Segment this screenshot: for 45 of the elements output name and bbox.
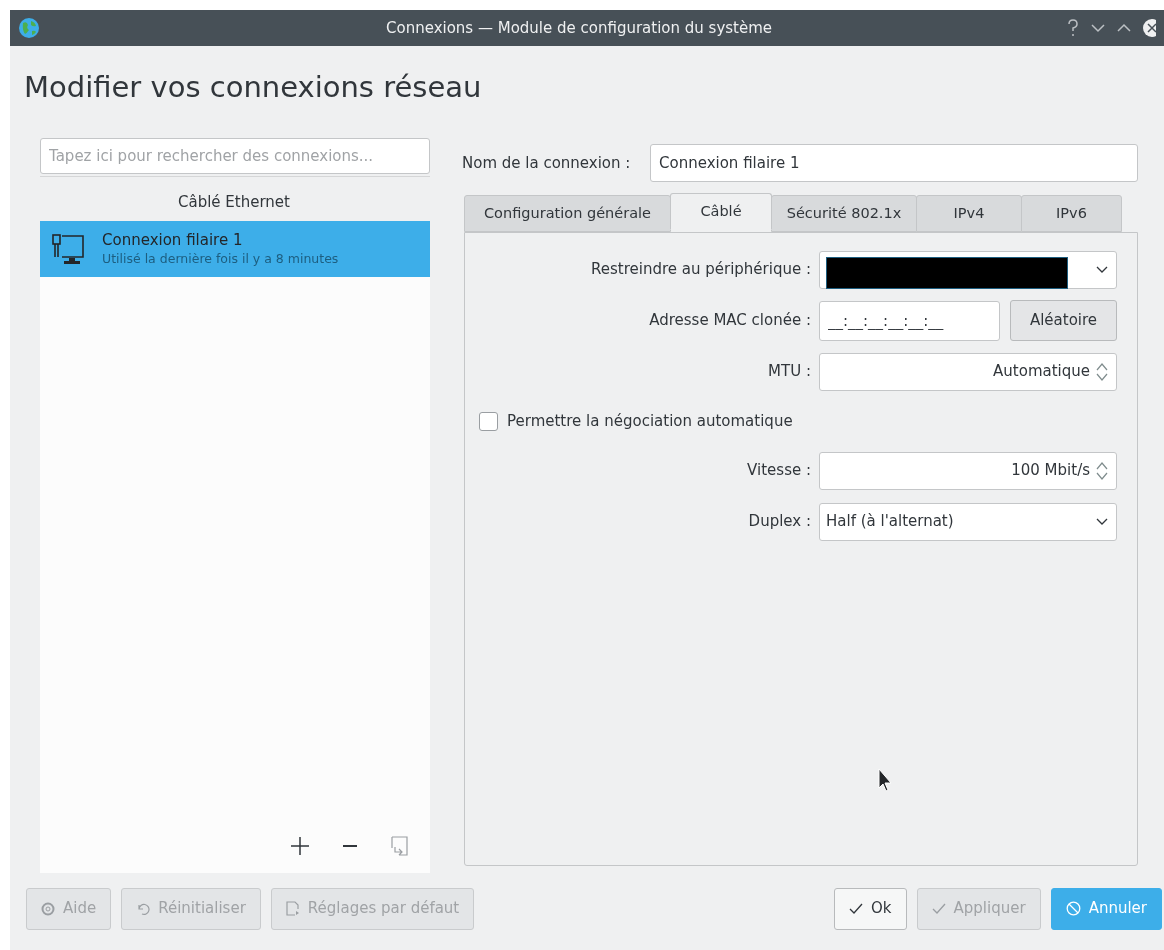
checkbox[interactable] bbox=[479, 411, 498, 431]
cancel-icon bbox=[1065, 901, 1081, 916]
connection-detail: Utilisé la dernière fois il y a 8 minutes bbox=[102, 250, 339, 268]
tab[interactable]: Câblé bbox=[670, 193, 772, 230]
search-field[interactable]: Tapez ici pour rechercher des connexions... bbox=[40, 138, 430, 174]
field-label: MTU : bbox=[767, 361, 812, 383]
document-icon bbox=[285, 900, 300, 917]
close-icon[interactable] bbox=[1142, 18, 1156, 38]
list-item[interactable]: Connexion filaire 1 Utilisé la dernière fois il y a 8 minutes bbox=[40, 221, 430, 277]
field-label: Duplex : bbox=[747, 511, 812, 533]
spin-arrows-icon bbox=[1096, 361, 1108, 382]
field-label: Nom de la connexion : bbox=[462, 152, 632, 174]
field-label: Restreindre au périphérique : bbox=[590, 259, 812, 281]
dropdown[interactable] bbox=[819, 250, 1117, 289]
checkbox-label: Permettre la négociation automatique bbox=[507, 410, 793, 432]
group-label: Câblé Ethernet bbox=[177, 192, 291, 213]
add-icon[interactable] bbox=[290, 836, 310, 856]
window-title: Connexions — Module de configuration du système bbox=[386, 17, 773, 39]
spin-box[interactable]: 100 Mbit/s bbox=[819, 451, 1117, 490]
page-heading: Modifier vos connexions réseau bbox=[23, 69, 483, 106]
help-icon[interactable] bbox=[1066, 19, 1080, 37]
field-label: Adresse MAC clonée : bbox=[648, 310, 812, 332]
connection-name: Connexion filaire 1 bbox=[102, 230, 244, 250]
tab[interactable]: IPv4 bbox=[916, 195, 1022, 232]
tab[interactable]: Sécurité 802.1x bbox=[771, 195, 917, 232]
field-label: Vitesse : bbox=[746, 460, 812, 482]
checkmark-icon bbox=[931, 902, 946, 915]
connection-name-field[interactable]: Connexion filaire 1 bbox=[650, 144, 1138, 182]
lifebuoy-icon bbox=[41, 901, 55, 916]
spin-box[interactable]: Automatique bbox=[819, 352, 1117, 391]
dropdown[interactable]: Half (à l'alternat) bbox=[819, 502, 1117, 541]
dropdown-chevron-icon bbox=[1096, 265, 1108, 274]
globe-icon bbox=[18, 17, 40, 39]
dropdown-chevron-icon bbox=[1096, 517, 1108, 526]
maximize-icon[interactable] bbox=[1116, 23, 1132, 33]
mac-address-field[interactable]: __:__:__:__:__:__ bbox=[819, 300, 1000, 341]
tab[interactable]: IPv6 bbox=[1021, 195, 1122, 232]
checkmark-icon bbox=[849, 902, 864, 915]
random-button[interactable]: Aléatoire bbox=[1010, 300, 1117, 341]
ok-button[interactable]: Ok bbox=[834, 887, 907, 930]
minimize-icon[interactable] bbox=[1090, 23, 1106, 33]
monitor-icon bbox=[52, 233, 86, 265]
tab[interactable]: Configuration générale bbox=[464, 195, 671, 232]
undo-icon bbox=[136, 901, 151, 916]
spin-arrows-icon bbox=[1096, 460, 1108, 481]
